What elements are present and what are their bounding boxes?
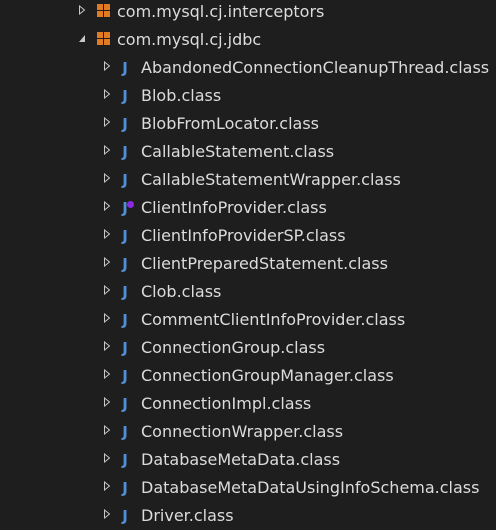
package-label: com.mysql.cj.jdbc — [117, 30, 262, 49]
tree-item-class[interactable]: J CommentClientInfoProvider.class — [0, 306, 496, 334]
tree-item-class[interactable]: J Blob.class — [0, 82, 496, 110]
package-icon — [97, 32, 110, 45]
tree-item-class[interactable]: J CallableStatement.class — [0, 138, 496, 166]
tree-item-class[interactable]: J ClientPreparedStatement.class — [0, 250, 496, 278]
expand-arrow-icon[interactable] — [103, 481, 111, 491]
expand-arrow-icon[interactable] — [103, 509, 111, 519]
class-label: ConnectionWrapper.class — [141, 422, 344, 441]
expand-arrow-icon[interactable] — [103, 397, 111, 407]
java-class-icon: J — [122, 395, 128, 413]
expand-arrow-icon[interactable] — [103, 257, 111, 267]
tree-item-class[interactable]: J AbandonedConnectionCleanupThread.class — [0, 54, 496, 82]
class-label: CommentClientInfoProvider.class — [141, 310, 406, 329]
java-class-icon: J — [122, 87, 128, 105]
package-label: com.mysql.cj.interceptors — [117, 2, 325, 21]
class-label: BlobFromLocator.class — [141, 114, 320, 133]
expand-arrow-icon[interactable] — [103, 117, 111, 127]
class-label: ClientInfoProviderSP.class — [141, 226, 346, 245]
expand-arrow-icon[interactable] — [103, 201, 111, 211]
tree-item-class[interactable]: J ConnectionGroup.class — [0, 334, 496, 362]
class-label: ClientPreparedStatement.class — [141, 254, 388, 273]
expand-arrow-icon[interactable] — [103, 61, 111, 71]
class-label: DatabaseMetaDataUsingInfoSchema.class — [141, 478, 480, 497]
class-label: DatabaseMetaData.class — [141, 450, 341, 469]
class-label: AbandonedConnectionCleanupThread.class — [141, 58, 490, 77]
java-class-icon: J — [122, 143, 128, 161]
expand-arrow-icon[interactable] — [103, 89, 111, 99]
package-explorer-tree: com.mysql.cj.interceptors com.mysql.cj.j… — [0, 0, 496, 530]
expand-arrow-icon[interactable] — [103, 285, 111, 295]
tree-item-class[interactable]: J ConnectionWrapper.class — [0, 418, 496, 446]
expand-arrow-icon[interactable] — [103, 229, 111, 239]
class-label: ClientInfoProvider.class — [141, 198, 327, 217]
java-class-icon: J — [122, 227, 128, 245]
expand-arrow-icon[interactable] — [103, 453, 111, 463]
collapse-arrow-icon[interactable] — [78, 33, 86, 43]
interface-overlay-icon — [127, 201, 134, 208]
class-label: ConnectionImpl.class — [141, 394, 312, 413]
class-label: Blob.class — [141, 86, 222, 105]
tree-item-class[interactable]: J CallableStatementWrapper.class — [0, 166, 496, 194]
java-class-icon: J — [122, 115, 128, 133]
tree-item-class[interactable]: J ClientInfoProvider.class — [0, 194, 496, 222]
expand-arrow-icon[interactable] — [103, 145, 111, 155]
java-class-icon: J — [122, 479, 128, 497]
java-class-icon: J — [122, 171, 128, 189]
java-class-icon: J — [122, 507, 128, 525]
expand-arrow-icon[interactable] — [103, 425, 111, 435]
java-class-icon: J — [122, 451, 128, 469]
expand-arrow-icon[interactable] — [103, 173, 111, 183]
java-class-icon: J — [122, 339, 128, 357]
java-class-icon: J — [122, 59, 128, 77]
tree-item-class[interactable]: J BlobFromLocator.class — [0, 110, 496, 138]
expand-arrow-icon[interactable] — [103, 369, 111, 379]
package-icon — [97, 4, 110, 17]
tree-item-class[interactable]: J Driver.class — [0, 502, 496, 530]
class-label: CallableStatement.class — [141, 142, 335, 161]
expand-arrow-icon[interactable] — [103, 341, 111, 351]
expand-arrow-icon[interactable] — [103, 313, 111, 323]
class-label: ConnectionGroupManager.class — [141, 366, 394, 385]
class-label: Clob.class — [141, 282, 222, 301]
expand-arrow-icon[interactable] — [78, 5, 86, 15]
class-label: CallableStatementWrapper.class — [141, 170, 401, 189]
tree-item-class[interactable]: J DatabaseMetaData.class — [0, 446, 496, 474]
java-class-icon: J — [122, 255, 128, 273]
class-label: Driver.class — [141, 506, 234, 525]
tree-item-package[interactable]: com.mysql.cj.jdbc — [0, 26, 496, 54]
tree-item-class[interactable]: J DatabaseMetaDataUsingInfoSchema.class — [0, 474, 496, 502]
tree-item-class[interactable]: J ConnectionGroupManager.class — [0, 362, 496, 390]
tree-item-class[interactable]: J ClientInfoProviderSP.class — [0, 222, 496, 250]
class-label: ConnectionGroup.class — [141, 338, 326, 357]
tree-item-package[interactable]: com.mysql.cj.interceptors — [0, 0, 496, 26]
java-class-icon: J — [122, 423, 128, 441]
tree-item-class[interactable]: J Clob.class — [0, 278, 496, 306]
java-interface-class-icon: J — [118, 195, 134, 221]
java-class-icon: J — [122, 283, 128, 301]
tree-item-class[interactable]: J ConnectionImpl.class — [0, 390, 496, 418]
java-class-icon: J — [122, 311, 128, 329]
java-class-icon: J — [122, 367, 128, 385]
